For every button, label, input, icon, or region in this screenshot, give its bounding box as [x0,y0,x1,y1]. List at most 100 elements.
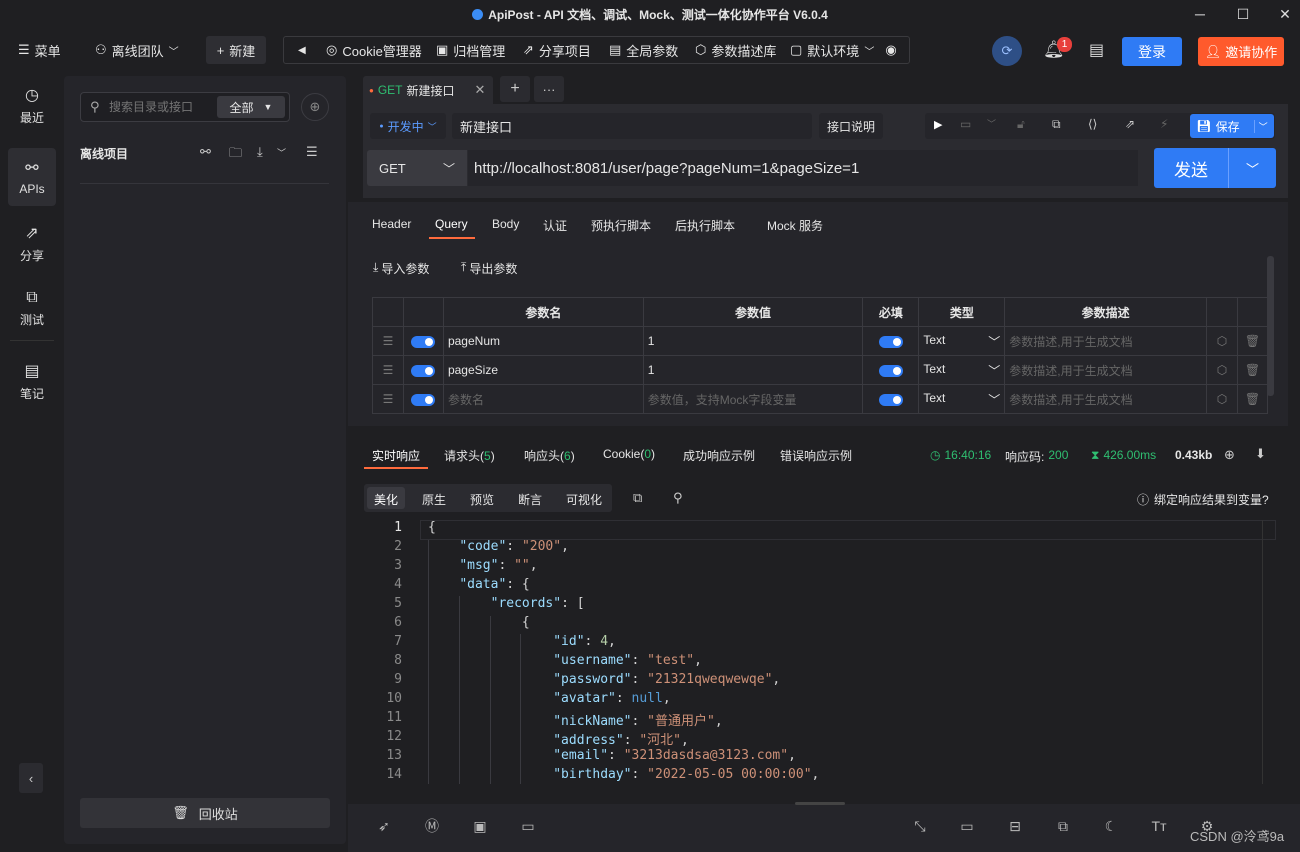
recycle-bin-button[interactable]: 🗑︎ 回收站 [80,798,330,828]
add-tab-button[interactable]: + [500,76,530,102]
tab-auth[interactable]: 认证 [543,217,567,234]
download-circle-icon[interactable]: ⬇︎ [1255,446,1266,462]
tab-body[interactable]: Body [492,217,519,231]
globe-icon[interactable]: ⊕ [1224,447,1235,463]
markdown-icon[interactable]: Ⓜ [423,817,441,835]
trash-icon[interactable]: 🗑︎ [1236,326,1269,356]
collapse-arrow-icon[interactable]: ◀ [298,36,306,64]
menu-button[interactable]: ☰ 菜单 [18,36,61,64]
param-value-cell[interactable]: 参数值，支持Mock字段变量 [642,384,864,414]
share-project-button[interactable]: ⇗ 分享项目 [523,36,591,64]
sort-icon[interactable]: ☰ [306,144,318,160]
global-param-button[interactable]: ▤ 全局参数 [609,36,678,64]
font-size-icon[interactable]: Tт [1150,817,1168,835]
window-icon[interactable]: ▭ [519,817,537,835]
close-icon[interactable]: ✕ [1262,0,1300,28]
split-icon[interactable]: ⊟ [1006,817,1024,835]
chevron-down-icon[interactable]: ﹀ [1228,148,1276,188]
type-select[interactable]: Text ﹀ [918,326,1006,356]
view-tab-raw[interactable]: 原生 [422,491,446,508]
code-scrollbar[interactable] [1262,520,1274,784]
view-tab-pretty[interactable]: 美化 [374,491,398,508]
drag-handle-icon[interactable]: ☰ [372,355,404,385]
resp-tab-success-example[interactable]: 成功响应示例 [683,447,755,464]
locate-icon[interactable]: ⊕ [301,93,329,121]
team-selector[interactable]: ⚇ 离线团队 ﹀ [95,36,179,64]
resize-handle[interactable] [795,802,845,805]
tab-header[interactable]: Header [372,217,411,231]
nav-notes[interactable]: ▤ 笔记 [8,352,56,410]
param-name-cell[interactable]: 参数名 [442,384,644,414]
share-icon[interactable]: ⇗ [1125,117,1135,131]
view-tab-preview[interactable]: 预览 [470,491,494,508]
status-select[interactable]: ● 开发中 ﹀ [370,113,446,139]
view-tab-assert[interactable]: 断言 [518,491,542,508]
drag-handle-icon[interactable]: ☰ [372,326,404,356]
archive-button[interactable]: ▣ 归档管理 [436,36,505,64]
close-icon[interactable]: ✕ [475,82,486,98]
param-desc-cell[interactable]: 参数描述,用于生成文档 [1004,326,1207,356]
cube-icon[interactable]: ⬡ [1205,384,1238,414]
notes-icon[interactable]: ▤ [1089,40,1104,60]
new-api-icon[interactable]: ⚯ [200,144,211,160]
cube-icon[interactable]: ⬡ [1205,326,1238,356]
param-desc-cell[interactable]: 参数描述,用于生成文档 [1004,355,1207,385]
invite-button[interactable]: 👤︎ 邀请协作 [1198,37,1284,66]
param-name-cell[interactable]: pageSize [442,355,644,385]
param-desc-button[interactable]: ⬡ 参数描述库 [695,36,776,64]
required-toggle[interactable] [862,384,920,414]
compress-icon[interactable]: ⤡ [911,817,929,835]
tab-query[interactable]: Query [435,217,468,231]
login-button[interactable]: 登录 [1122,37,1182,66]
terminal-icon[interactable]: ▭ [958,817,976,835]
tab-post-script[interactable]: 后执行脚本 [675,217,735,234]
param-name-cell[interactable]: pageNum [442,326,644,356]
param-desc-cell[interactable]: 参数描述,用于生成文档 [1004,384,1207,414]
rocket-icon[interactable]: ➶ [375,817,393,835]
moon-icon[interactable]: ☾ [1102,817,1120,835]
drag-handle-icon[interactable]: ☰ [372,384,404,414]
cube-icon[interactable]: ⬡ [1205,355,1238,385]
resp-tab-cookie[interactable]: Cookie(0) [603,447,655,461]
tab-pre-script[interactable]: 预执行脚本 [591,217,651,234]
request-name-input[interactable] [452,113,812,139]
maximize-icon[interactable]: ☐ [1220,0,1266,28]
import-icon[interactable]: ⤓ [257,144,263,160]
send-button[interactable]: 发送 ﹀ [1154,148,1276,188]
enable-toggle[interactable] [402,355,444,385]
new-folder-icon[interactable]: 🗀︎ [229,144,242,166]
method-select[interactable]: GET ﹀ [367,150,467,186]
doc-button[interactable]: 接口说明 [819,113,883,139]
copy-icon[interactable]: ⧉ [1054,817,1072,835]
chevron-down-icon[interactable]: ﹀ [1253,119,1268,133]
enable-toggle[interactable] [402,384,444,414]
env-selector[interactable]: ▢ 默认环境 ﹀ ◉ [790,36,897,64]
run-icon[interactable]: ▶ [934,118,942,131]
copy-icon[interactable]: ⧉ [1052,117,1061,132]
bind-variable-link[interactable]: ⓘ 绑定响应结果到变量? [1137,491,1269,508]
console-icon[interactable]: ▣ [471,817,489,835]
minimize-icon[interactable]: ─ [1177,0,1223,28]
resp-tab-resp-headers[interactable]: 响应头(6) [524,447,575,464]
trash-icon[interactable]: 🗑︎ [1236,355,1269,385]
tab-mock[interactable]: Mock 服务 [767,217,823,234]
code-icon[interactable]: ⟨⟩ [1088,117,1097,131]
new-button[interactable]: + 新建 [206,36,266,64]
copy-icon[interactable]: ⧉ [633,490,642,506]
resp-tab-error-example[interactable]: 错误响应示例 [780,447,852,464]
collapse-sidebar-icon[interactable]: ‹ [19,763,43,793]
filter-select[interactable]: 全部 ▼ [217,96,285,118]
request-tab[interactable]: ● GET 新建接口 ✕ [363,76,493,104]
required-toggle[interactable] [862,355,920,385]
trash-icon[interactable]: 🗑︎ [1236,384,1269,414]
type-select[interactable]: Text ﹀ [918,355,1006,385]
import-params-button[interactable]: ⤓ 导入参数 [373,260,429,277]
type-select[interactable]: Text ﹀ [918,384,1006,414]
save-button[interactable]: 💾︎ 保存 ﹀ [1190,114,1274,138]
nav-test[interactable]: ⧉ 测试 [8,279,56,337]
nav-apis[interactable]: ⚯ APIs [8,148,56,206]
cookie-manager-button[interactable]: ◎ Cookie管理器 [326,36,422,64]
required-toggle[interactable] [862,326,920,356]
param-value-cell[interactable]: 1 [642,326,864,356]
enable-toggle[interactable] [402,326,444,356]
